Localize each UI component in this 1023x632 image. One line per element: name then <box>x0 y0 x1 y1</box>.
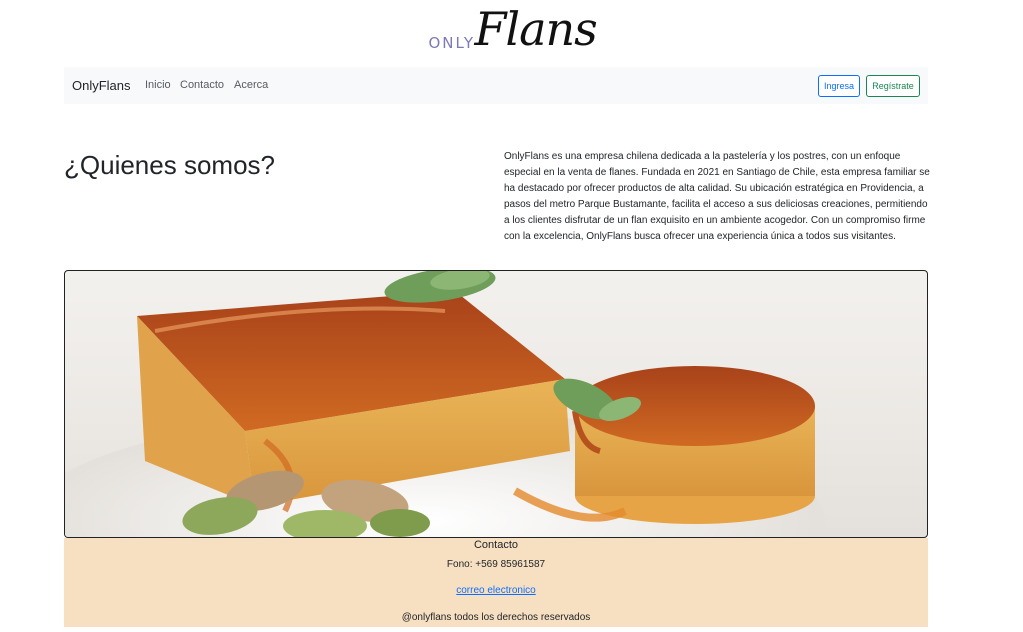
about-title: ¿Quienes somos? <box>64 150 275 180</box>
flan-hero-image <box>64 270 928 538</box>
flan-illustration <box>65 271 825 537</box>
logo-wordmark: Flans <box>474 2 598 56</box>
logo-prefix: ONLY <box>428 34 476 52</box>
footer-title: Contacto <box>473 539 519 551</box>
nav-link-acerca[interactable]: Acerca <box>234 79 268 91</box>
navbar: OnlyFlans Inicio Contacto Acerca Ingresa… <box>64 67 928 104</box>
footer-copyright: @onlyflans todos los derechos reservados <box>401 612 591 623</box>
login-button[interactable]: Ingresa <box>818 75 860 97</box>
register-button[interactable]: Regístrate <box>866 75 920 97</box>
about-description: OnlyFlans es una empresa chilena dedicad… <box>504 151 930 242</box>
nav-link-inicio[interactable]: Inicio <box>145 79 171 91</box>
navbar-brand[interactable]: OnlyFlans <box>72 78 131 93</box>
footer-email-link[interactable]: correo electronico <box>64 585 928 596</box>
nav-link-contacto[interactable]: Contacto <box>180 79 224 91</box>
footer: Contacto Fono: +569 85961587 correo elec… <box>64 538 928 627</box>
footer-phone: Fono: +569 85961587 <box>446 559 546 570</box>
site-logo: ONLY Flans <box>0 2 1023 62</box>
